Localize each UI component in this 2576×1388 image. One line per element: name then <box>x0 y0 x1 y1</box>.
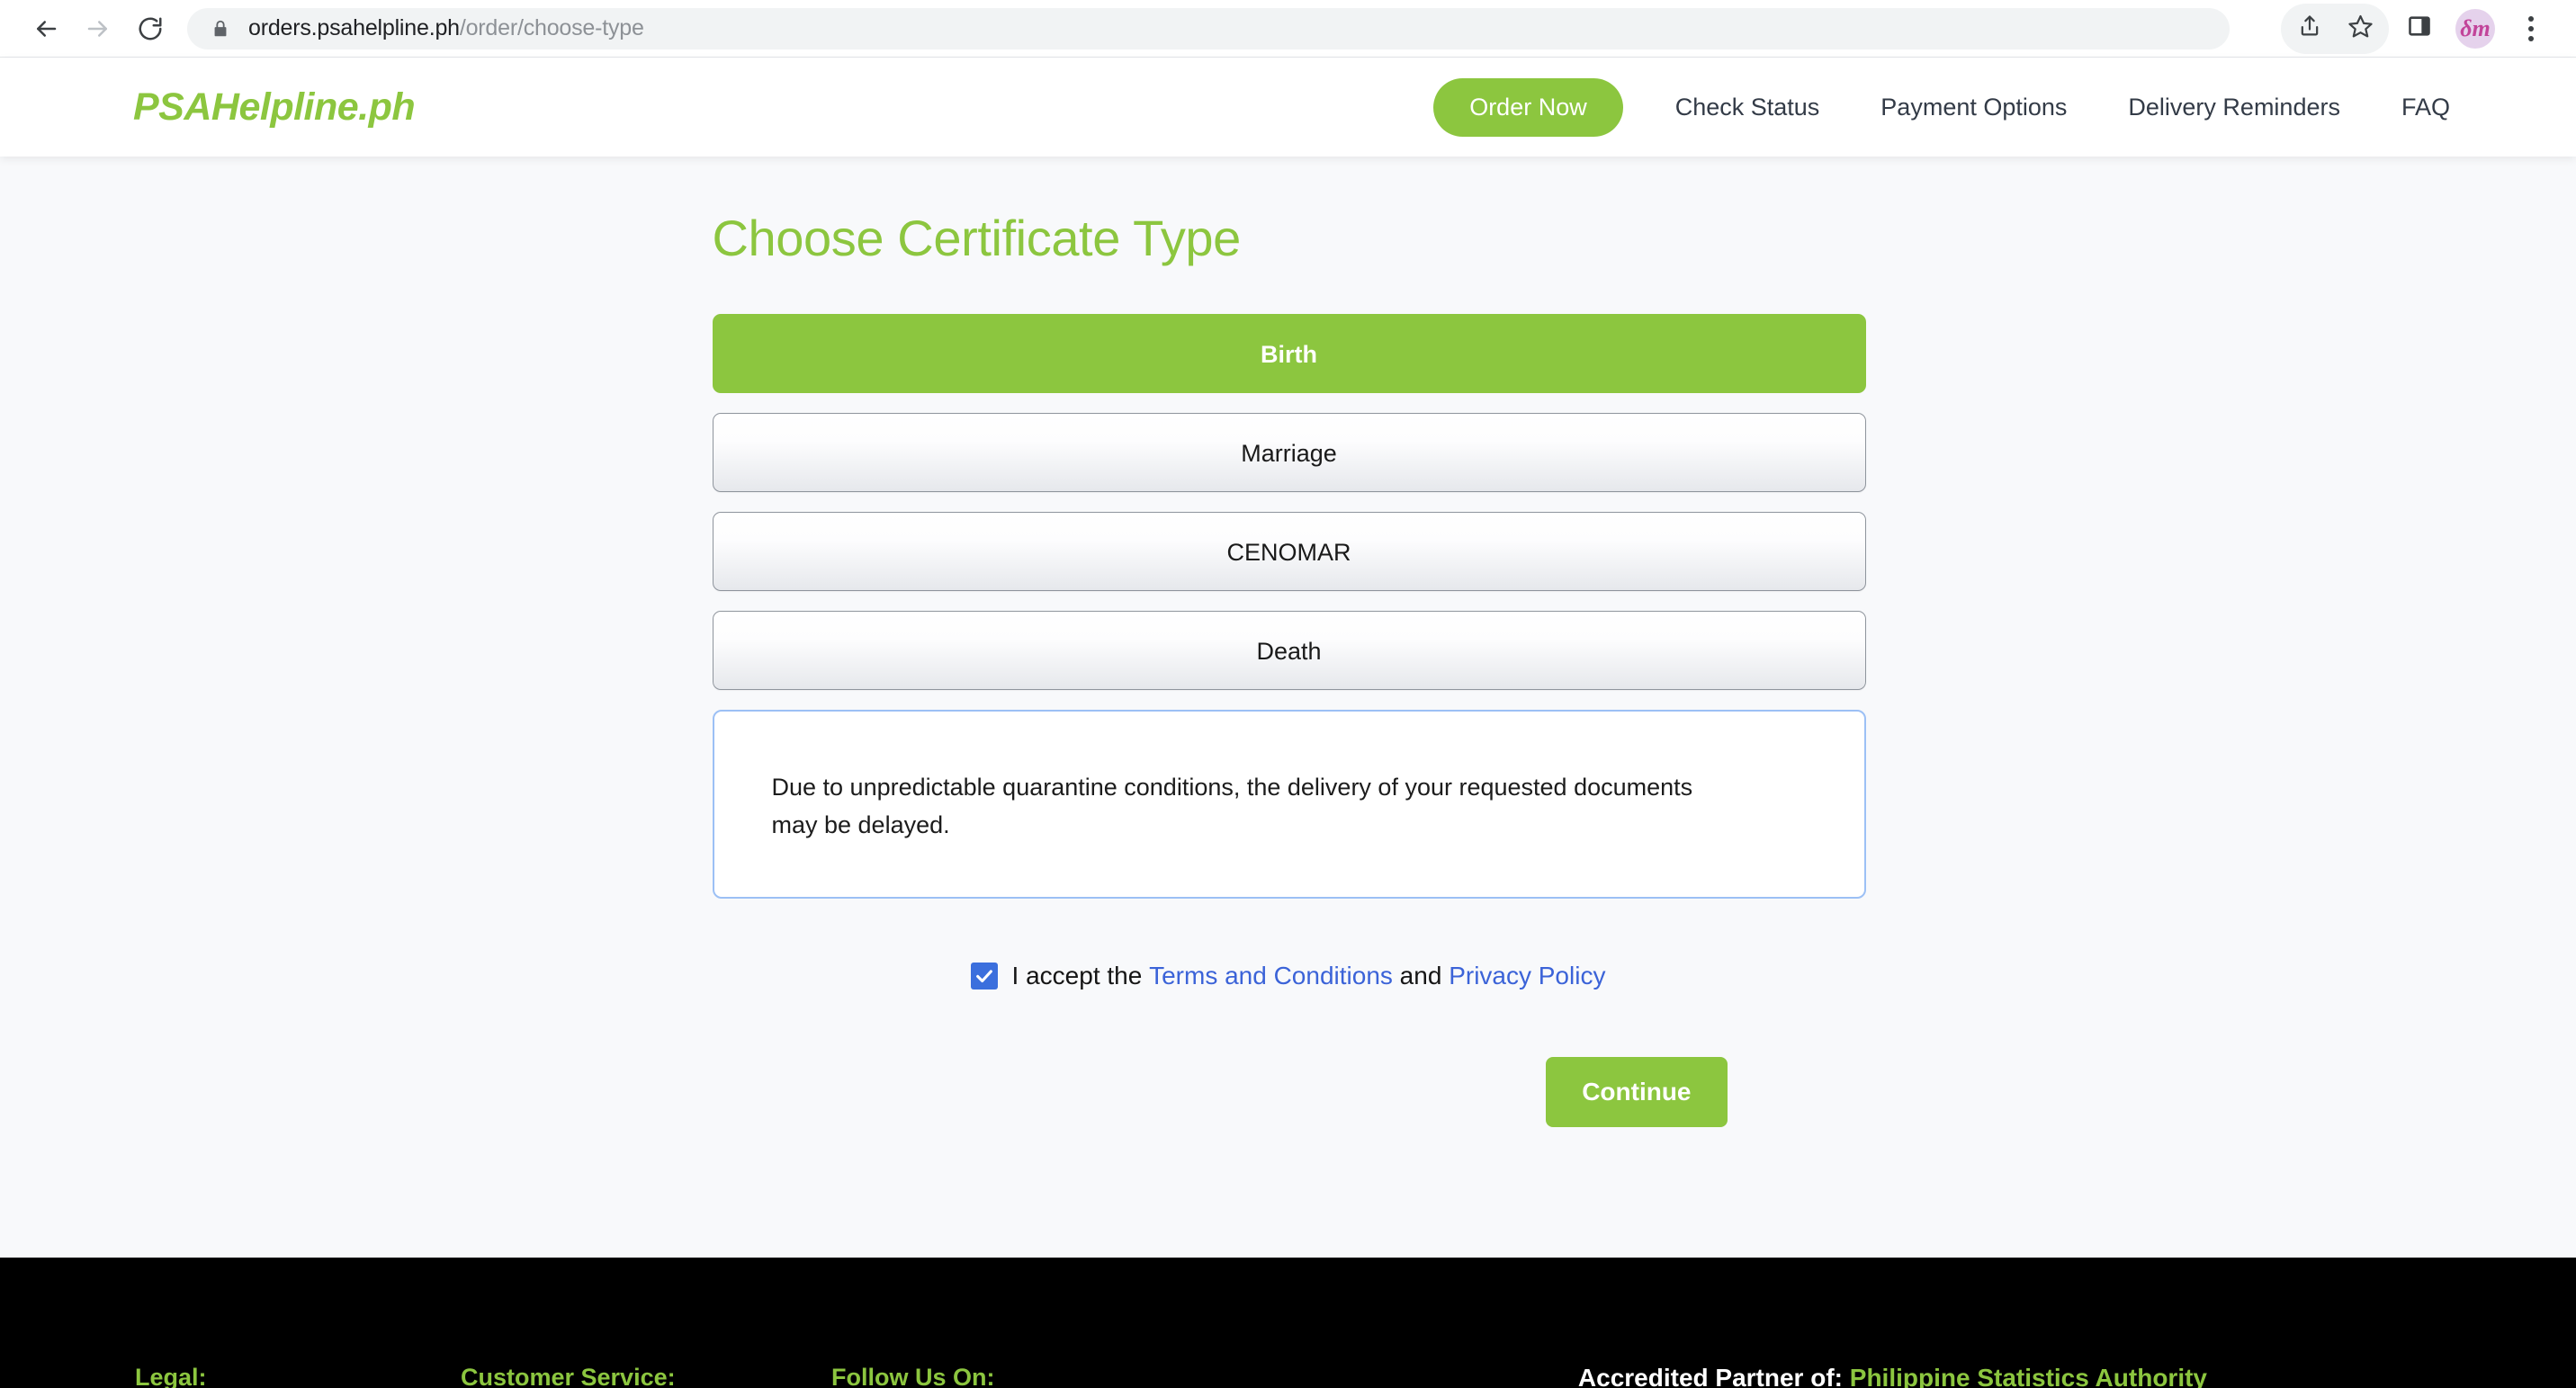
footer-heading-customer-service: Customer Service: <box>461 1364 676 1388</box>
star-bookmark-icon <box>2347 13 2374 44</box>
profile-avatar-button[interactable]: δm <box>2450 4 2500 54</box>
delivery-notice-text: Due to unpredictable quarantine conditio… <box>771 774 1693 838</box>
browser-toolbar: orders.psahelpline.ph/order/choose-type <box>0 0 2576 58</box>
accept-conjunction-label: and <box>1392 962 1450 990</box>
avatar: δm <box>2455 8 2495 49</box>
certificate-type-cenomar[interactable]: CENOMAR <box>712 512 1866 591</box>
reload-icon <box>137 15 164 42</box>
accept-prefix-label: I accept the <box>1011 962 1150 990</box>
site-header: PSAHelpline.ph Order Now Check Status Pa… <box>0 58 2576 157</box>
address-bar[interactable]: orders.psahelpline.ph/order/choose-type <box>187 7 2230 49</box>
delivery-notice-box: Due to unpredictable quarantine conditio… <box>712 710 1866 899</box>
main-navigation: Order Now Check Status Payment Options D… <box>1433 77 2450 137</box>
certificate-type-death[interactable]: Death <box>712 611 1866 690</box>
chrome-menu-button[interactable] <box>2506 4 2556 54</box>
footer-column-legal: Legal: <box>135 1364 461 1388</box>
page-body: Choose Certificate Type Birth Marriage C… <box>0 157 2576 1258</box>
page-title: Choose Certificate Type <box>712 210 1242 266</box>
reload-button[interactable] <box>124 3 176 55</box>
accept-terms-checkbox[interactable] <box>970 963 998 990</box>
three-dot-menu-icon <box>2528 15 2534 22</box>
footer-columns: Legal: Customer Service: Follow Us On: A… <box>135 1258 2441 1388</box>
footer-column-follow-us: Follow Us On: <box>831 1364 1101 1388</box>
accredited-partner: Accredited Partner of: Philippine Statis… <box>1578 1364 2441 1388</box>
bookmark-button[interactable] <box>2335 4 2385 54</box>
content-container: Choose Certificate Type Birth Marriage C… <box>712 157 1866 1127</box>
lock-icon <box>211 18 230 40</box>
footer-heading-legal: Legal: <box>135 1364 207 1388</box>
back-arrow-icon <box>32 15 59 42</box>
continue-button[interactable]: Continue <box>1546 1057 1728 1127</box>
forward-arrow-icon <box>85 15 112 42</box>
browser-actions: δm <box>2281 3 2556 54</box>
nav-item-delivery-reminders[interactable]: Delivery Reminders <box>2097 94 2371 121</box>
nav-item-payment-options[interactable]: Payment Options <box>1850 94 2097 121</box>
footer-column-customer-service: Customer Service: <box>461 1364 831 1388</box>
url-path: /order/choose-type <box>459 15 644 40</box>
share-icon <box>2297 13 2322 43</box>
accept-terms-row: I accept the Terms and Conditions and Pr… <box>713 962 1864 990</box>
back-button[interactable] <box>20 3 72 55</box>
url-text: orders.psahelpline.ph/order/choose-type <box>248 15 644 41</box>
terms-and-conditions-link[interactable]: Terms and Conditions <box>1149 962 1393 990</box>
site-logo[interactable]: PSAHelpline.ph <box>133 85 416 130</box>
avatar-label: δm <box>2460 14 2491 41</box>
accredited-partner-name: Philippine Statistics Authority <box>1849 1364 2207 1388</box>
nav-item-order-now[interactable]: Order Now <box>1433 77 1623 137</box>
side-panel-icon <box>2407 13 2432 43</box>
three-dot-menu-icon <box>2528 35 2534 41</box>
nav-item-check-status[interactable]: Check Status <box>1645 94 1851 121</box>
footer-heading-follow-us: Follow Us On: <box>831 1364 995 1388</box>
three-dot-menu-icon <box>2528 25 2534 31</box>
privacy-policy-link[interactable]: Privacy Policy <box>1449 962 1605 990</box>
site-footer: Legal: Customer Service: Follow Us On: A… <box>0 1258 2576 1388</box>
forward-button[interactable] <box>72 3 124 55</box>
continue-row: Continue <box>713 1057 1864 1127</box>
accredited-prefix: Accredited Partner of: <box>1577 1364 1850 1388</box>
omnibox-actions-group <box>2281 3 2389 54</box>
nav-item-faq[interactable]: FAQ <box>2371 94 2450 121</box>
url-domain: orders.psahelpline.ph <box>248 15 460 40</box>
side-panel-button[interactable] <box>2394 4 2445 54</box>
certificate-type-marriage[interactable]: Marriage <box>712 413 1866 492</box>
share-button[interactable] <box>2284 4 2335 54</box>
certificate-type-birth[interactable]: Birth <box>712 314 1866 393</box>
